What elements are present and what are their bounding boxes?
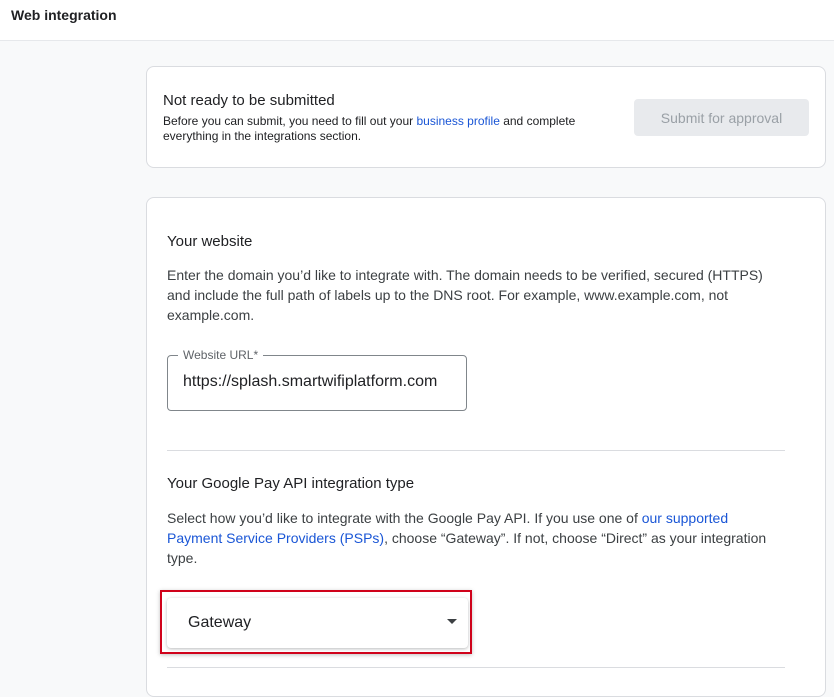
section-divider-bottom bbox=[167, 667, 785, 668]
website-section-description: Enter the domain you’d like to integrate… bbox=[167, 267, 763, 323]
status-description: Before you can submit, you need to fill … bbox=[163, 114, 613, 144]
website-url-label: Website URL* bbox=[178, 348, 264, 362]
integration-type-title: Your Google Pay API integration type bbox=[167, 475, 415, 492]
page-title: Web integration bbox=[11, 7, 117, 23]
website-url-input[interactable]: https://splash.smartwifiplatform.com bbox=[183, 373, 453, 391]
integration-settings-card: Your website Enter the domain you’d like… bbox=[146, 197, 826, 697]
website-section-title: Your website bbox=[167, 233, 253, 250]
dropdown-arrow-icon[interactable] bbox=[447, 619, 457, 624]
business-profile-link[interactable]: business profile bbox=[416, 114, 499, 128]
integration-type-selected-value: Gateway bbox=[188, 614, 252, 631]
submission-status-card: Not ready to be submitted Before you can… bbox=[146, 66, 826, 168]
website-url-field[interactable]: Website URL* https://splash.smartwifipla… bbox=[167, 348, 467, 411]
integration-desc-text-before: Select how you’d like to integrate with … bbox=[167, 510, 642, 526]
submit-for-approval-button[interactable]: Submit for approval bbox=[634, 99, 809, 136]
top-bar: Web integration bbox=[0, 0, 834, 41]
integration-type-select[interactable]: Gateway bbox=[167, 598, 468, 648]
status-desc-text-before: Before you can submit, you need to fill … bbox=[163, 114, 417, 128]
integration-type-description: Select how you’d like to integrate with … bbox=[167, 508, 787, 568]
status-title: Not ready to be submitted bbox=[163, 92, 335, 109]
section-divider bbox=[167, 450, 785, 451]
